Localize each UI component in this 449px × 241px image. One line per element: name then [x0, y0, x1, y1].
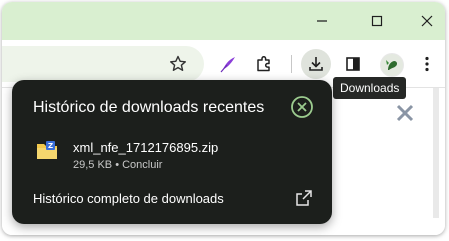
minimize-button[interactable]	[302, 7, 342, 35]
svg-text:Z: Z	[48, 142, 53, 150]
extensions-button[interactable]	[249, 49, 279, 79]
downloads-panel: Histórico de downloads recentes Z xml_nf…	[12, 80, 332, 224]
download-status: 29,5 KB • Concluir	[73, 159, 163, 171]
avatar[interactable]	[380, 53, 404, 77]
open-external-icon	[296, 190, 312, 206]
side-panel-button[interactable]	[338, 49, 368, 79]
star-icon	[170, 55, 186, 71]
zip-folder-icon: Z	[37, 141, 57, 159]
downloads-tooltip: Downloads	[333, 77, 407, 99]
toolbar-divider	[291, 55, 292, 73]
minimize-icon	[317, 20, 327, 22]
download-item[interactable]: Z xml_nfe_1712176895.zip 29,5 KB • Concl…	[22, 132, 322, 174]
panel-title: Histórico de downloads recentes	[33, 99, 265, 116]
close-icon	[396, 104, 414, 122]
close-circle-icon	[291, 96, 313, 118]
page-close-button[interactable]	[395, 103, 415, 128]
download-icon	[309, 57, 323, 71]
maximize-button[interactable]	[357, 7, 397, 35]
menu-button[interactable]	[412, 49, 442, 79]
quill-icon	[220, 57, 235, 73]
maximize-icon	[371, 15, 383, 27]
panel-close-button[interactable]	[290, 95, 314, 119]
scrollbar[interactable]	[433, 88, 439, 218]
downloads-button[interactable]	[301, 49, 331, 79]
more-vertical-icon	[425, 56, 429, 72]
download-file-name: xml_nfe_1712176895.zip	[73, 140, 219, 155]
extension-quill-button[interactable]	[213, 49, 243, 79]
title-bar	[2, 2, 445, 40]
puzzle-icon	[257, 55, 270, 72]
close-window-button[interactable]	[407, 7, 445, 35]
close-icon	[421, 15, 433, 27]
side-panel-icon	[346, 57, 360, 71]
open-history-button[interactable]	[294, 188, 314, 208]
profile-icon	[381, 54, 403, 76]
full-history-link[interactable]: Histórico completo de downloads	[33, 191, 224, 206]
bookmark-button[interactable]	[163, 49, 193, 79]
